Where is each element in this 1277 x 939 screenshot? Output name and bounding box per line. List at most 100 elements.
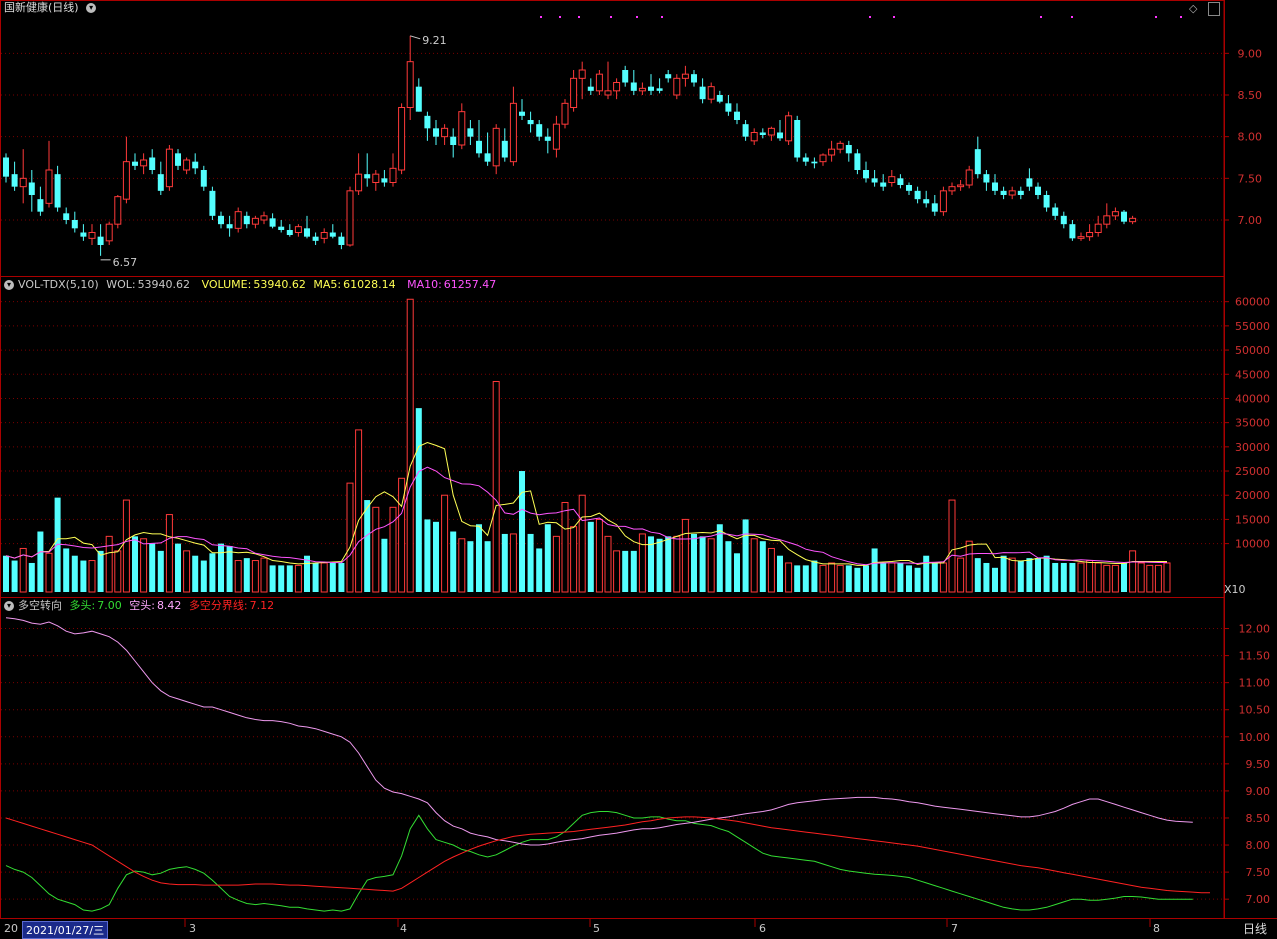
- candle-body: [819, 154, 827, 163]
- candle-body: [673, 77, 681, 96]
- volume-bar: [105, 535, 113, 593]
- candle-body: [570, 77, 578, 109]
- volume-bar: [931, 562, 938, 592]
- candle-body: [767, 127, 775, 136]
- volume-bar: [320, 562, 328, 593]
- volume-bar: [544, 524, 551, 592]
- volume-bar: [278, 565, 285, 592]
- volume-bar: [836, 564, 844, 593]
- candle-body: [320, 232, 328, 239]
- candle-body: [931, 203, 938, 212]
- volume-bar: [536, 548, 543, 592]
- volume-bar: [863, 565, 869, 592]
- volume-bar: [492, 381, 500, 593]
- candle-body: [450, 136, 457, 145]
- volume-bar: [165, 514, 173, 593]
- y-tick-label: 45000: [1235, 368, 1270, 381]
- volume-dropdown-icon[interactable]: ▾: [4, 280, 14, 290]
- candle-body: [476, 140, 482, 154]
- volume-bar: [965, 540, 973, 593]
- candle-body: [355, 173, 363, 192]
- candle-body: [880, 182, 887, 187]
- volume-bar: [1103, 564, 1111, 593]
- candle-body: [294, 226, 302, 234]
- candle-body: [71, 220, 78, 229]
- candle-body: [648, 86, 654, 91]
- volume-bar: [243, 558, 250, 592]
- candle-body: [785, 115, 793, 142]
- volume-bar: [209, 553, 216, 592]
- candle-body: [974, 149, 981, 175]
- y-tick-label: 10.00: [1239, 731, 1271, 744]
- candle-body: [346, 190, 354, 246]
- y-tick-label: 55000: [1235, 320, 1270, 333]
- vol-indicator[interactable]: VOL-TDX(5,10): [18, 278, 99, 291]
- dropdown-icon[interactable]: ▾: [86, 3, 97, 13]
- candle-body: [251, 217, 259, 225]
- candle-body: [828, 148, 836, 156]
- volume-bar: [871, 548, 878, 592]
- volume-bar: [71, 555, 78, 592]
- volume-bar: [906, 565, 912, 592]
- candle-body: [11, 174, 18, 187]
- volume-bar: [1035, 558, 1041, 592]
- y-tick-label: 8.00: [1238, 131, 1263, 144]
- bull-value: 7.00: [97, 599, 122, 612]
- volume-bar: [80, 560, 87, 592]
- candle-body: [665, 74, 672, 79]
- volume-bar: [974, 558, 981, 592]
- signal-line-2: [5, 816, 1210, 894]
- candle-body: [243, 215, 250, 225]
- volume-bar: [845, 565, 852, 592]
- bear-value: 8.42: [156, 599, 182, 612]
- volume-panel-header: ▾ VOL-TDX(5,10) WOL: 53940.62 VOLUME: 53940…: [4, 277, 500, 293]
- candle-body: [433, 128, 439, 137]
- volume-bar: [467, 541, 474, 592]
- volume-bar: [140, 538, 148, 593]
- volume-bar: [192, 555, 199, 592]
- volume-bar: [501, 533, 508, 592]
- signal-dropdown-icon[interactable]: ▾: [4, 601, 14, 611]
- candle-body: [742, 124, 749, 137]
- volume-bar: [1137, 562, 1145, 593]
- volume-bar: [777, 555, 783, 592]
- candle-body: [234, 211, 242, 229]
- y-tick-label: 60000: [1235, 296, 1270, 309]
- y-tick-label: 9.50: [1246, 758, 1271, 771]
- volume-bar: [622, 550, 629, 592]
- candle-body: [923, 199, 930, 204]
- volume-bar: [794, 565, 801, 592]
- volume-bar: [527, 533, 534, 592]
- volume-bar: [132, 536, 138, 592]
- candle-body: [286, 230, 293, 235]
- high-marker: [410, 35, 421, 40]
- panel-frame: [0, 597, 1225, 919]
- volume-bar: [346, 482, 354, 593]
- volume-bar: [183, 550, 191, 593]
- candle-body: [157, 174, 164, 191]
- candle-body: [97, 236, 104, 245]
- wol-value: 53940.62: [137, 278, 191, 291]
- month-label-5: 5: [593, 922, 600, 935]
- signal-indicator[interactable]: 多空转向: [18, 599, 62, 612]
- candle-body: [364, 174, 371, 179]
- candle-body: [734, 111, 740, 120]
- volume-bar: [149, 543, 156, 592]
- period-selector[interactable]: 日线: [1243, 920, 1267, 937]
- candle-body: [226, 224, 233, 229]
- signal-dot: [636, 16, 638, 18]
- wol-label: WOL:: [106, 278, 136, 291]
- candle-body: [372, 173, 380, 184]
- volume-bar: [1017, 560, 1024, 592]
- diamond-icon[interactable]: ◇: [1189, 2, 1197, 15]
- divide-value: 7.12: [249, 599, 275, 612]
- panel-menu-icon[interactable]: [1208, 2, 1220, 16]
- candle-body: [638, 87, 646, 92]
- y-tick-label: 35000: [1235, 417, 1270, 430]
- y-tick-label: 50000: [1235, 344, 1270, 357]
- candle-body: [536, 124, 543, 137]
- candle-body: [578, 69, 586, 79]
- candle-body: [750, 132, 758, 142]
- ma10-label: MA10:: [407, 278, 442, 291]
- volume-bar: [888, 562, 896, 593]
